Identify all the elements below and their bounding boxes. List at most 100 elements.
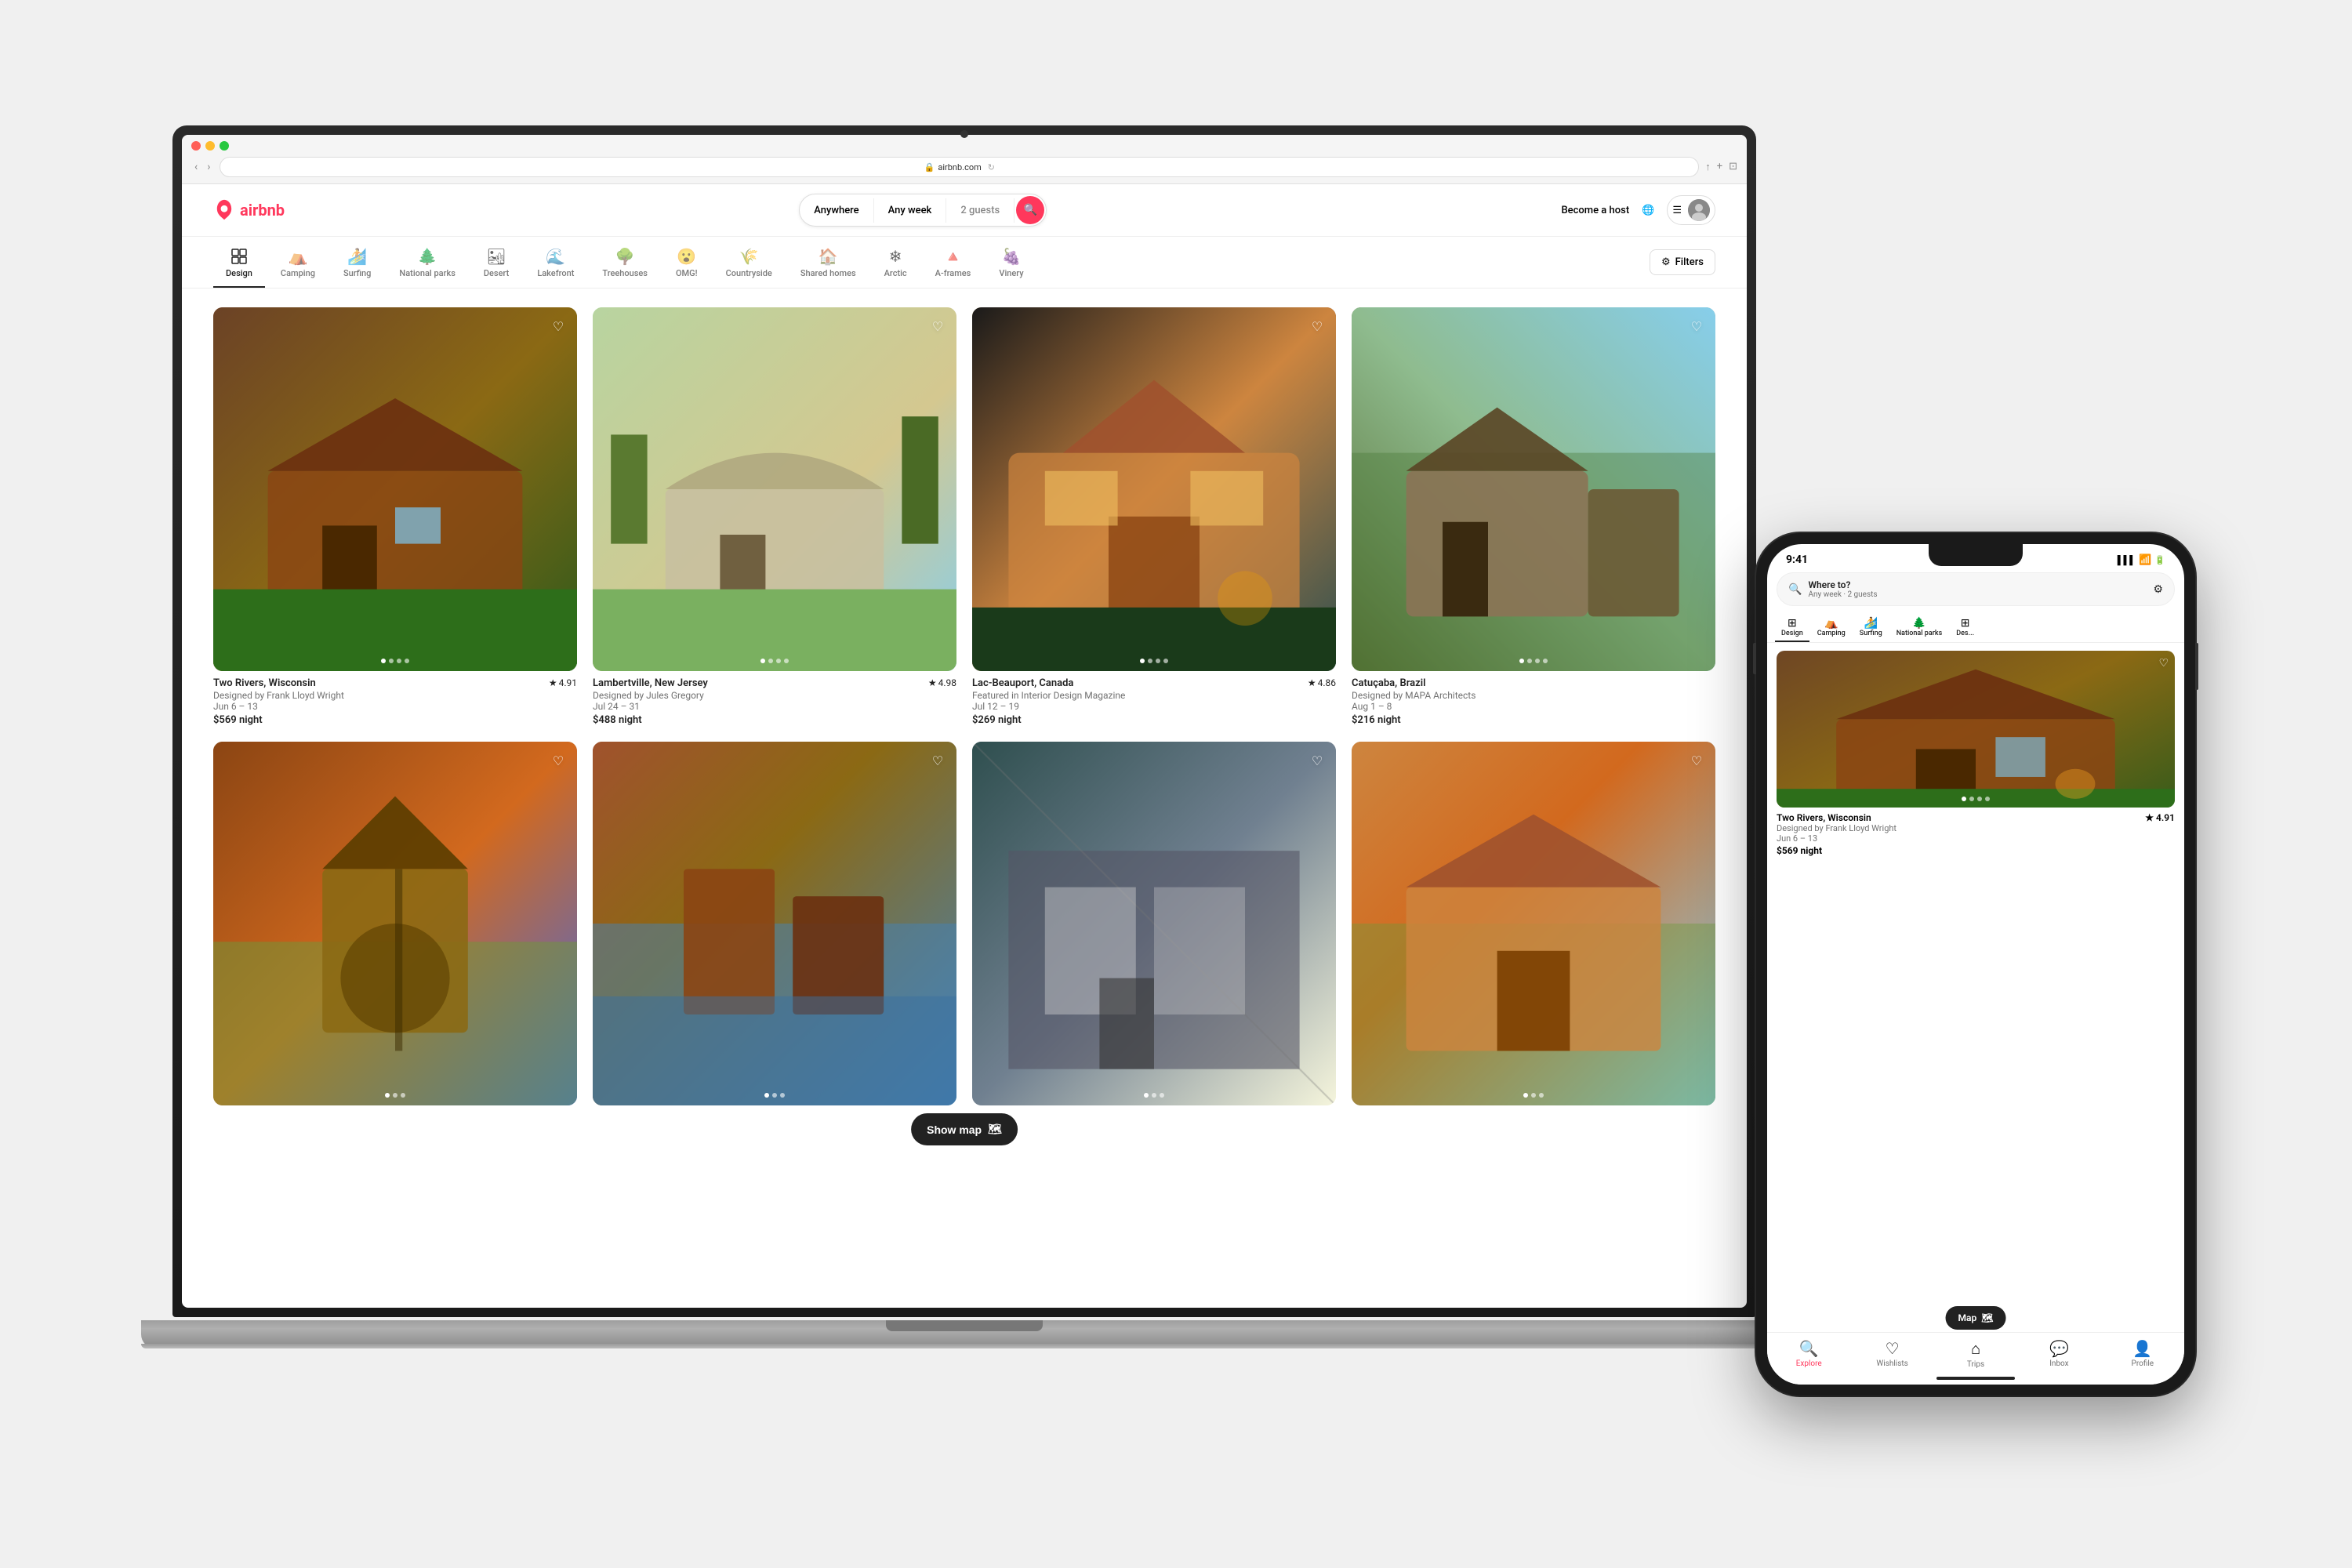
forward-button[interactable]: › [204,159,213,175]
category-shared-homes[interactable]: 🏠 Shared homes [788,237,869,288]
a-frames-icon: 🔺 [945,248,962,265]
share-icon[interactable]: ↑ [1705,161,1711,173]
search-bar[interactable]: Anywhere Any week 2 guests 🔍 [799,194,1047,227]
category-a-frames[interactable]: 🔺 A-frames [923,237,984,288]
wishlist-button-4[interactable]: ♡ [1686,315,1708,337]
property-image-6: ♡ [593,742,956,1105]
category-omg[interactable]: 😮 OMG! [663,237,710,288]
sidebar-icon[interactable]: ⊡ [1729,161,1737,173]
phone-cat-design[interactable]: ⊞ Design [1775,612,1809,642]
browser-toolbar: ‹ › 🔒 airbnb.com ↻ ↑ + ⊡ [191,157,1737,177]
phone-wishlist-button[interactable]: ♡ [2158,657,2169,670]
property-card-7[interactable]: ♡ [972,742,1336,1112]
phone-nav-inbox[interactable]: 💬 Inbox [2017,1339,2100,1369]
property-card-3[interactable]: ♡ Lac-Beauport, Canada ★ 4.86 [972,307,1336,726]
category-treehouses[interactable]: 🌳 Treehouses [590,237,660,288]
property-subtitle-2: Designed by Jules Gregory [593,690,956,701]
search-icon: 🔍 [1024,204,1037,216]
show-map-button[interactable]: Show map 🗺 [911,1113,1018,1145]
map-icon: 🗺 [988,1123,1002,1136]
phone-cat-more[interactable]: ⊞ Des... [1950,612,1980,642]
phone-cat-surfing[interactable]: 🏄 Surfing [1853,612,1889,642]
phone-cat-national-parks[interactable]: 🌲 National parks [1890,612,1948,642]
phone-design-label: Design [1781,630,1803,637]
wishlist-button-5[interactable]: ♡ [547,750,569,771]
airbnb-logo: airbnb [213,199,285,221]
property-image-2: ♡ [593,307,956,671]
phone-surfing-icon: 🏄 [1864,617,1878,630]
property-card-6[interactable]: ♡ [593,742,956,1112]
guests-pill[interactable]: 2 guests [946,198,1014,223]
phone-search-bar[interactable]: 🔍 Where to? Any week · 2 guests ⚙ [1777,572,2175,606]
globe-icon[interactable]: 🌐 [1642,205,1654,216]
property-card-8[interactable]: ♡ [1352,742,1715,1112]
property-price-2: $488 night [593,714,956,726]
category-arctic[interactable]: ❄ Arctic [872,237,920,288]
back-button[interactable]: ‹ [191,159,201,175]
wishlists-label: Wishlists [1876,1359,1907,1368]
property-grid: ♡ Two Rivers, Wisconsin ★ 4.91 [182,289,1747,1131]
phone-nav-wishlists[interactable]: ♡ Wishlists [1850,1339,1933,1369]
property-rating-3: ★ 4.86 [1308,677,1336,688]
property-image-1: ♡ [213,307,577,671]
wishlist-button-8[interactable]: ♡ [1686,750,1708,771]
wishlist-button-2[interactable]: ♡ [927,315,949,337]
anywhere-pill[interactable]: Anywhere [800,198,873,223]
phone-property-card[interactable]: ♡ Two Rivers, Wisconsin ★ 4.91 Designed … [1777,651,2175,856]
newtab-icon[interactable]: + [1717,161,1722,173]
close-button[interactable] [191,141,201,151]
camping-icon: ⛺ [289,248,307,265]
phone-map-button[interactable]: Map 🗺 [1946,1306,2006,1330]
image-dots-8 [1523,1093,1544,1098]
property-rating-1: ★ 4.91 [549,677,577,688]
property-image-4: ♡ [1352,307,1715,671]
property-card-4[interactable]: ♡ Catuçaba, Brazil [1352,307,1715,726]
lakefront-label: Lakefront [537,268,574,278]
become-host-link[interactable]: Become a host [1561,205,1629,216]
desert-label: Desert [484,268,509,278]
phone-search-details: Any week · 2 guests [1808,590,2147,599]
property-info-7 [972,1105,1336,1112]
property-card-5[interactable]: ♡ [213,742,577,1112]
image-dots-5 [385,1093,405,1098]
category-countryside[interactable]: 🌾 Countryside [713,237,785,288]
wishlist-button-3[interactable]: ♡ [1306,315,1328,337]
phone-surfing-label: Surfing [1860,630,1882,637]
category-vineyards[interactable]: 🍇 Vinery [986,237,1036,288]
phone-cat-camping[interactable]: ⛺ Camping [1811,612,1852,642]
property-subtitle-4: Designed by MAPA Architects [1352,690,1715,701]
address-bar[interactable]: 🔒 airbnb.com ↻ [220,157,1699,177]
design-icon [230,248,248,265]
wishlist-button-6[interactable]: ♡ [927,750,949,771]
category-camping[interactable]: ⛺ Camping [268,237,328,288]
image-dots-3 [1140,659,1168,663]
category-national-parks[interactable]: 🌲 National parks [387,237,467,288]
national-parks-icon: 🌲 [419,248,436,265]
property-dates-2: Jul 24 – 31 [593,701,956,712]
phone-property-price: $569 night [1777,845,2175,856]
phone-power-button [2195,643,2198,690]
phone-nav-explore[interactable]: 🔍 Explore [1767,1339,1850,1369]
category-surfing[interactable]: 🏄 Surfing [331,237,383,288]
property-image-5: ♡ [213,742,577,1105]
wishlist-button-7[interactable]: ♡ [1306,750,1328,771]
fullscreen-button[interactable] [220,141,229,151]
category-lakefront[interactable]: 🌊 Lakefront [524,237,586,288]
user-menu[interactable]: ☰ [1667,195,1715,225]
filters-button[interactable]: ⚙ Filters [1650,249,1715,275]
phone-filter-icon[interactable]: ⚙ [2153,583,2163,596]
laptop-screen: ‹ › 🔒 airbnb.com ↻ ↑ + ⊡ [182,135,1747,1308]
property-card-2[interactable]: ♡ Lambertville, New Jersey ★ 4.98 [593,307,956,726]
phone-nav-trips[interactable]: ⌂ Trips [1934,1339,2017,1369]
search-button[interactable]: 🔍 [1016,196,1044,224]
category-design[interactable]: Design [213,237,265,288]
design-label: Design [226,268,252,278]
wishlist-button-1[interactable]: ♡ [547,315,569,337]
property-card-1[interactable]: ♡ Two Rivers, Wisconsin ★ 4.91 [213,307,577,726]
any-week-pill[interactable]: Any week [874,198,947,223]
minimize-button[interactable] [205,141,215,151]
category-desert[interactable]: 🏜 Desert [471,237,521,288]
phone-nav-profile[interactable]: 👤 Profile [2101,1339,2184,1369]
property-info-3: Lac-Beauport, Canada ★ 4.86 Featured in … [972,671,1336,726]
user-avatar [1688,199,1710,221]
